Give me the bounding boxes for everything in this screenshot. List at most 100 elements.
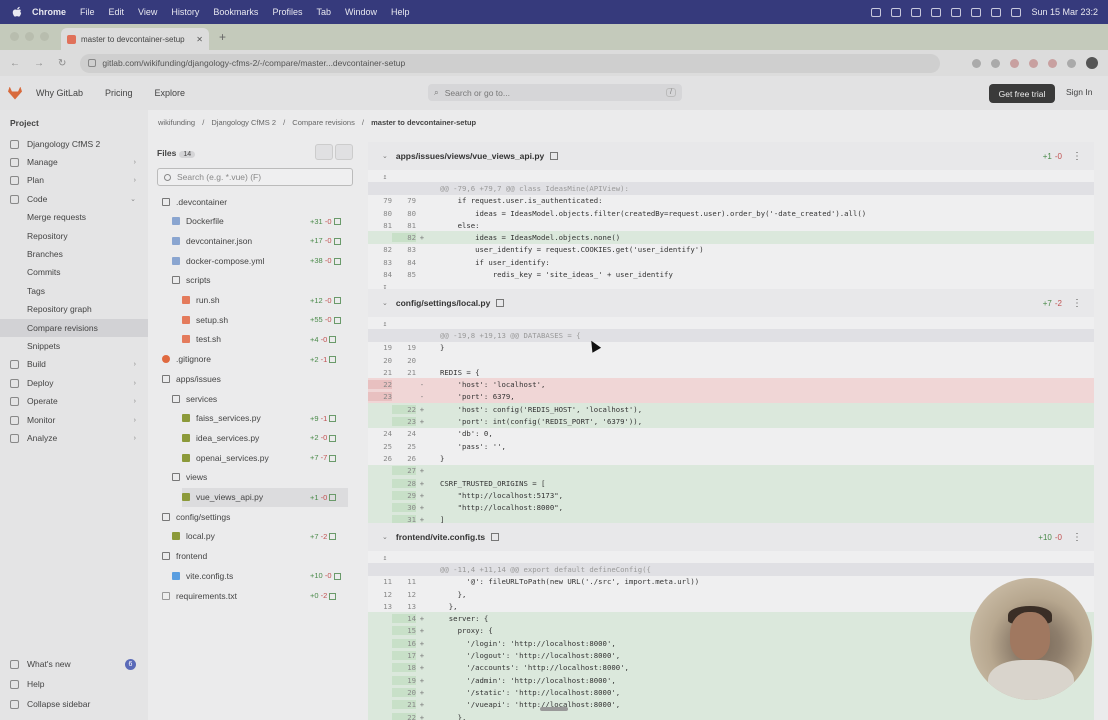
install-icon[interactable] <box>972 58 981 68</box>
file-item[interactable]: .gitignore +2 -1 <box>162 350 348 369</box>
folder-item[interactable]: config/settings <box>162 507 348 526</box>
breadcrumb-project[interactable]: Djangology CfMS 2 <box>211 118 276 127</box>
diff-file-name[interactable]: frontend/vite.config.ts <box>396 532 485 542</box>
sidebar-item-plan[interactable]: Plan › <box>0 171 148 189</box>
star-icon[interactable] <box>991 58 1000 68</box>
status-icon[interactable] <box>891 7 902 17</box>
copy-icon[interactable] <box>550 152 559 160</box>
diff-file-header[interactable]: ⌄ config/settings/local.py +7 -2 ⋮ <box>368 289 1094 317</box>
file-item[interactable]: Dockerfile +31 -0 <box>172 212 348 231</box>
diff-file-header[interactable]: ⌄ apps/issues/views/vue_views_api.py +1 -0 ⋮ <box>368 142 1094 170</box>
menu-bookmarks[interactable]: Bookmarks <box>213 7 258 17</box>
sidebar-project-link[interactable]: Djangology CfMS 2 <box>0 135 148 153</box>
site-info-icon[interactable] <box>88 59 97 67</box>
menu-clock[interactable]: Sun 15 Mar 23:2 <box>1031 7 1098 17</box>
file-item[interactable]: faiss_services.py +9 -1 <box>182 409 348 428</box>
menu-window[interactable]: Window <box>345 7 377 17</box>
diff-file-header[interactable]: ⌄ frontend/vite.config.ts +10 -0 ⋮ <box>368 523 1094 551</box>
forward-icon[interactable]: → <box>34 58 44 69</box>
menu-edit[interactable]: Edit <box>109 7 125 17</box>
folder-item[interactable]: frontend <box>162 547 348 566</box>
file-item[interactable]: devcontainer.json +17 -0 <box>172 231 348 250</box>
more-options-icon[interactable]: ⋮ <box>1072 151 1082 162</box>
menu-help[interactable]: Help <box>391 7 410 17</box>
expand-lines-button[interactable]: ↥ <box>368 170 1094 182</box>
chevron-down-icon[interactable]: ⌄ <box>382 533 388 541</box>
chevron-down-icon[interactable]: ⌄ <box>382 299 388 307</box>
sidebar-item-monitor[interactable]: Monitor › <box>0 411 148 429</box>
sidebar-item-analyze[interactable]: Analyze › <box>0 429 148 447</box>
sidebar-item-repository-graph[interactable]: Repository graph <box>0 300 148 318</box>
file-item[interactable]: docker-compose.yml +38 -0 <box>172 251 348 270</box>
nav-pricing[interactable]: Pricing <box>105 88 133 98</box>
zoom-dot[interactable] <box>40 32 49 41</box>
menu-file[interactable]: File <box>80 7 95 17</box>
new-tab-icon[interactable]: + <box>219 30 226 44</box>
menu-app-name[interactable]: Chrome <box>32 7 66 17</box>
browser-tab[interactable]: master to devcontainer-setup ✕ <box>61 28 209 50</box>
breadcrumb-compare[interactable]: Compare revisions <box>292 118 355 127</box>
sidebar-item-manage[interactable]: Manage › <box>0 153 148 171</box>
apple-icon[interactable] <box>12 6 22 18</box>
search-icon[interactable] <box>1011 7 1022 17</box>
back-icon[interactable]: ← <box>10 58 20 69</box>
list-view-button[interactable] <box>315 144 333 160</box>
folder-item[interactable]: scripts <box>172 271 348 290</box>
expand-lines-button[interactable]: ↥ <box>368 317 1094 329</box>
whats-new-button[interactable]: What's new 6 <box>0 655 148 673</box>
expand-lines-button[interactable]: ↥ <box>368 551 1094 563</box>
scrollbar-handle[interactable] <box>540 707 568 711</box>
nav-explore[interactable]: Explore <box>155 88 186 98</box>
extension-icon[interactable] <box>1029 58 1038 68</box>
menu-profiles[interactable]: Profiles <box>272 7 302 17</box>
copy-icon[interactable] <box>496 299 505 307</box>
menu-view[interactable]: View <box>138 7 157 17</box>
sidebar-item-snippets[interactable]: Snippets <box>0 337 148 355</box>
menu-history[interactable]: History <box>171 7 199 17</box>
file-item[interactable]: run.sh +12 -0 <box>182 291 348 310</box>
profile-avatar[interactable] <box>1086 57 1098 69</box>
volume-icon[interactable] <box>951 7 962 17</box>
file-item[interactable]: requirements.txt +0 -2 <box>162 586 348 605</box>
status-icon[interactable] <box>911 7 922 17</box>
folder-item[interactable]: .devcontainer <box>162 192 348 211</box>
sidepanel-icon[interactable] <box>1067 58 1076 68</box>
file-item[interactable]: idea_services.py +2 -0 <box>182 428 348 447</box>
diff-file-name[interactable]: config/settings/local.py <box>396 298 490 308</box>
gitlab-logo-icon[interactable] <box>8 86 22 100</box>
extension-icon[interactable] <box>1048 58 1057 68</box>
more-options-icon[interactable]: ⋮ <box>1072 298 1082 309</box>
address-bar[interactable]: gitlab.com/wikifunding/djangology-cfms-2… <box>80 53 941 73</box>
sidebar-item-build[interactable]: Build › <box>0 355 148 373</box>
sidebar-item-merge-requests[interactable]: Merge requests <box>0 208 148 226</box>
reload-icon[interactable]: ↻ <box>58 58 66 69</box>
menu-tab[interactable]: Tab <box>316 7 331 17</box>
breadcrumb-current[interactable]: master to devcontainer-setup <box>371 118 476 127</box>
sidebar-item-deploy[interactable]: Deploy › <box>0 374 148 392</box>
file-item[interactable]: vue_views_api.py +1 -0 <box>182 487 348 507</box>
diff-file-name[interactable]: apps/issues/views/vue_views_api.py <box>396 151 544 161</box>
sidebar-item-repository[interactable]: Repository <box>0 227 148 245</box>
status-icon[interactable] <box>931 7 942 17</box>
breadcrumb-group[interactable]: wikifunding <box>158 118 195 127</box>
minimize-dot[interactable] <box>25 32 34 41</box>
file-item[interactable]: test.sh +4 -0 <box>182 330 348 349</box>
file-item[interactable]: local.py +7 -2 <box>172 527 348 546</box>
status-icon[interactable] <box>871 7 882 17</box>
file-search-input[interactable]: Search (e.g. *.vue) (F) <box>157 168 353 186</box>
sidebar-item-compare-revisions[interactable]: Compare revisions <box>0 319 148 337</box>
folder-item[interactable]: apps/issues <box>162 369 348 388</box>
battery-icon[interactable] <box>991 7 1002 17</box>
sidebar-item-tags[interactable]: Tags <box>0 282 148 300</box>
nav-why-gitlab[interactable]: Why GitLab <box>36 88 83 98</box>
get-free-trial-button[interactable]: Get free trial <box>989 84 1055 103</box>
sidebar-item-code[interactable]: Code ⌄ <box>0 190 148 208</box>
extension-icon[interactable] <box>1010 58 1019 68</box>
close-dot[interactable] <box>10 32 19 41</box>
wifi-icon[interactable] <box>971 7 982 17</box>
chevron-down-icon[interactable]: ⌄ <box>382 152 388 160</box>
sidebar-item-operate[interactable]: Operate › <box>0 392 148 410</box>
sidebar-item-branches[interactable]: Branches <box>0 245 148 263</box>
copy-icon[interactable] <box>491 533 500 541</box>
sidebar-item-commits[interactable]: Commits <box>0 263 148 281</box>
